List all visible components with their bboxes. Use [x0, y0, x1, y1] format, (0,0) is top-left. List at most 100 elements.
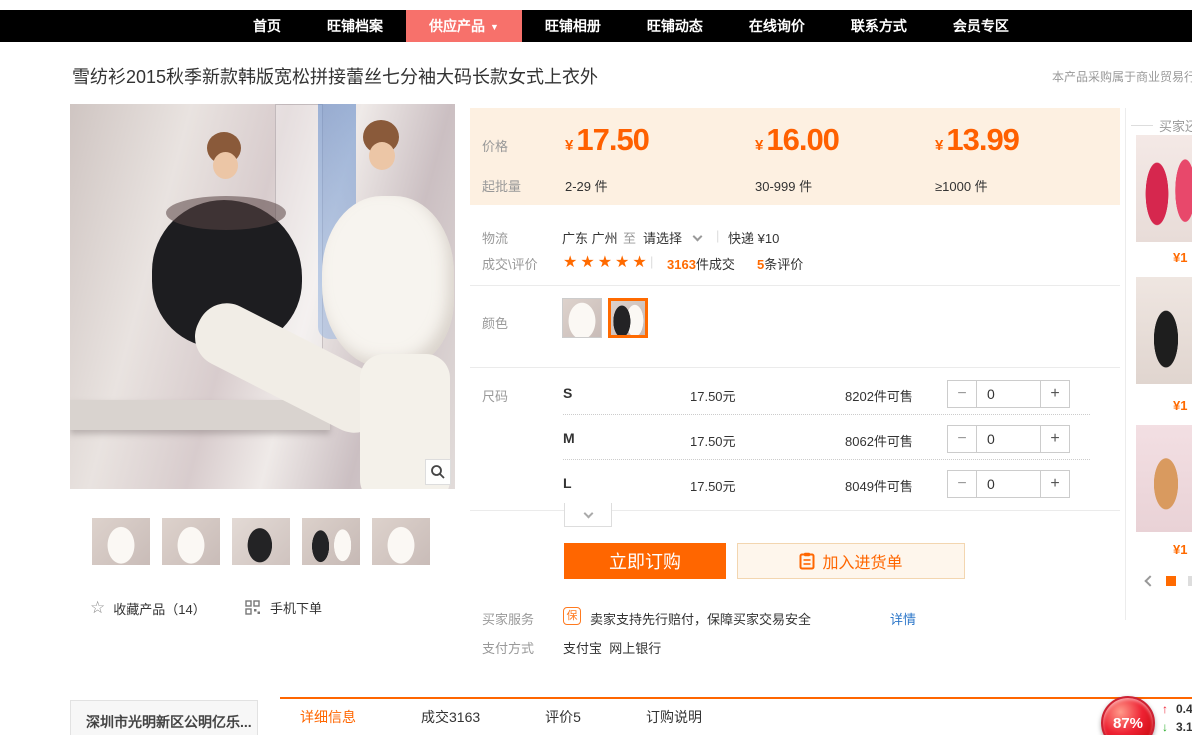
plus-button[interactable]: +	[1040, 425, 1070, 453]
deal-count-number: 3163	[667, 257, 696, 272]
nav-item-albums[interactable]: 旺铺相册	[522, 10, 624, 42]
price-value: 13.99	[946, 122, 1019, 157]
thumbnail-2[interactable]	[162, 518, 220, 565]
pager-dot[interactable]	[1188, 576, 1192, 586]
offer-panel: 价格 ¥17.50 ¥16.00 ¥13.99 起批量 2-29 件 30-99…	[470, 108, 1120, 668]
tab-detail-info[interactable]: 详细信息	[300, 699, 356, 735]
magnifier-icon[interactable]	[425, 459, 451, 485]
nav-item-shop-profile[interactable]: 旺铺档案	[304, 10, 406, 42]
related-product-1[interactable]	[1136, 135, 1192, 242]
buyer-service-row: 买家服务 保 卖家支持先行赔付，保障买家交易安全 详情	[470, 608, 1120, 628]
tab-reviews[interactable]: 评价5	[545, 699, 581, 735]
payment-label: 支付方式	[482, 638, 534, 657]
moq-tier-1: 2-29 件	[565, 176, 608, 195]
star-rating-icon: ★★★★★	[563, 252, 650, 272]
down-arrow-icon: ↓	[1162, 720, 1168, 734]
size-name: L	[563, 475, 572, 491]
sidebar-title-text: 买家还	[1159, 116, 1192, 135]
add-to-cart-button[interactable]: 加入进货单	[737, 543, 965, 579]
chevron-down-icon	[583, 508, 593, 518]
color-swatch-2-selected[interactable]	[608, 298, 648, 338]
minus-button[interactable]: −	[947, 380, 977, 408]
color-swatch-1[interactable]	[562, 298, 602, 338]
quantity-input[interactable]: 0	[977, 470, 1040, 498]
payment-row: 支付方式 支付宝 网上银行	[470, 637, 1120, 657]
quantity-input[interactable]: 0	[977, 380, 1040, 408]
review-count[interactable]: 5条评价	[757, 254, 803, 273]
plus-button[interactable]: +	[1040, 470, 1070, 498]
logistics-row: 物流 广东 广州 至 请选择 | 快递 ¥10	[470, 227, 1120, 247]
main-product-image[interactable]	[70, 104, 455, 489]
trade-notice: 本产品采购属于商业贸易行	[1052, 68, 1192, 85]
nav-item-products[interactable]: 供应产品▼	[406, 10, 522, 42]
dash-decor	[1131, 125, 1153, 126]
ship-to-label: 至	[623, 228, 636, 247]
minus-button[interactable]: −	[947, 425, 977, 453]
star-outline-icon: ☆	[90, 598, 105, 618]
thumbnail-strip	[92, 518, 430, 565]
order-now-button[interactable]: 立即订购	[564, 543, 726, 579]
black-lace-detail	[166, 196, 286, 230]
color-label: 颜色	[482, 313, 508, 332]
related-price-3: ¥1	[1173, 542, 1192, 557]
guarantee-text: 卖家支持先行赔付，保障买家交易安全	[590, 609, 811, 628]
favorite-label: 收藏产品（14）	[113, 599, 205, 618]
add-to-cart-label: 加入进货单	[822, 549, 902, 573]
pager-dot-active[interactable]	[1166, 576, 1176, 586]
rating-stats: ↑0.4 ↓3.1	[1162, 702, 1192, 735]
quantity-input[interactable]: 0	[977, 425, 1040, 453]
related-product-3[interactable]	[1136, 425, 1192, 532]
destination-select[interactable]: 请选择	[643, 228, 682, 247]
detail-tabbar: 详细信息 成交3163 评价5 订购说明	[280, 697, 1192, 735]
price-tier-2: ¥16.00	[755, 122, 839, 158]
price-value: 17.50	[576, 122, 649, 157]
size-name: M	[563, 430, 575, 446]
favorite-product[interactable]: ☆ 收藏产品（14）	[90, 598, 206, 618]
thumbnail-5[interactable]	[372, 518, 430, 565]
details-link[interactable]: 详情	[890, 609, 916, 628]
nav-item-updates[interactable]: 旺铺动态	[624, 10, 726, 42]
divider	[470, 285, 1120, 286]
review-count-suffix: 条评价	[764, 257, 803, 272]
chevron-left-icon[interactable]	[1144, 575, 1155, 586]
size-row-m: M 17.50元 8062件可售 − 0 +	[470, 423, 1120, 453]
nav-item-contact[interactable]: 联系方式	[828, 10, 930, 42]
guarantee-badge-icon: 保	[563, 607, 581, 625]
price-box: 价格 ¥17.50 ¥16.00 ¥13.99 起批量 2-29 件 30-99…	[470, 108, 1120, 205]
price-tier-3: ¥13.99	[935, 122, 1019, 158]
nav-item-member-zone[interactable]: 会员专区	[930, 10, 1032, 42]
thumbnail-4[interactable]	[302, 518, 360, 565]
thumbnail-1[interactable]	[92, 518, 150, 565]
currency-symbol: ¥	[565, 137, 573, 154]
currency-symbol: ¥	[755, 137, 763, 154]
minus-button[interactable]: −	[947, 470, 977, 498]
also-like-sidebar: 买家还 ¥1 ¥1 ¥1	[1125, 108, 1192, 620]
qr-code-icon	[245, 600, 262, 615]
related-price-2: ¥1	[1173, 398, 1192, 413]
tab-order-notes[interactable]: 订购说明	[646, 699, 702, 735]
divider: |	[650, 254, 653, 269]
thumbnail-3[interactable]	[232, 518, 290, 565]
moq-tier-3: ≥1000 件	[935, 176, 988, 195]
mobile-order[interactable]: 手机下单	[245, 598, 322, 617]
top-nav: 首页 旺铺档案 供应产品▼ 旺铺相册 旺铺动态 在线询价 联系方式 会员专区	[0, 10, 1192, 42]
size-stock: 8049件可售	[845, 476, 913, 495]
plus-button[interactable]: +	[1040, 380, 1070, 408]
related-product-2[interactable]	[1136, 277, 1192, 384]
quantity-stepper: − 0 +	[947, 380, 1070, 408]
nav-item-inquiry[interactable]: 在线询价	[726, 10, 828, 42]
nav-item-products-label: 供应产品	[429, 18, 485, 34]
deal-count[interactable]: 3163件成交	[667, 254, 735, 273]
dotted-divider	[563, 459, 1090, 460]
price-label: 价格	[482, 136, 508, 155]
currency-symbol: ¥	[935, 137, 943, 154]
payment-methods: 支付宝 网上银行	[563, 638, 661, 657]
moq-tier-2: 30-999 件	[755, 176, 812, 195]
expand-sizes-button[interactable]	[564, 503, 612, 527]
size-price: 17.50元	[690, 476, 736, 495]
company-name-box[interactable]: 深圳市光明新区公明亿乐...	[70, 700, 258, 735]
tab-deals[interactable]: 成交3163	[421, 699, 480, 735]
chevron-down-icon[interactable]	[693, 232, 703, 242]
nav-item-home[interactable]: 首页	[230, 10, 304, 42]
rating-label: 成交\评价	[482, 254, 538, 273]
